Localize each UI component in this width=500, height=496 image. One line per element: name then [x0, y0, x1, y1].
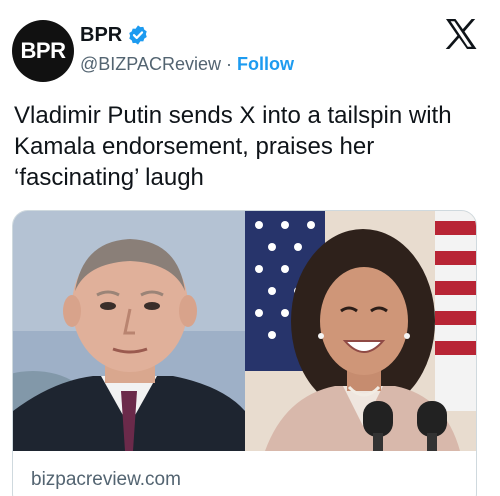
tweet-text: Vladimir Putin sends X into a tailspin w… [14, 102, 452, 191]
follow-button[interactable]: Follow [237, 54, 294, 75]
display-name[interactable]: BPR [80, 24, 122, 47]
tweet-card[interactable]: BPR BPR @BIZPACReview · Follow Vladimir … [0, 0, 500, 496]
x-logo-icon[interactable] [444, 18, 478, 50]
card-photo-right [245, 211, 476, 451]
photo-left-illustration [13, 211, 245, 451]
card-media[interactable] [13, 211, 476, 451]
name-row: BPR [80, 22, 149, 48]
avatar-logo-text: BPR [20, 38, 66, 63]
photo-right-illustration [245, 211, 476, 451]
separator-dot: · [225, 53, 232, 74]
avatar[interactable]: BPR [12, 20, 74, 82]
handle-row: @BIZPACReview · Follow [80, 52, 294, 76]
link-preview-card[interactable]: bizpacreview.com [12, 210, 477, 496]
verified-badge-icon [129, 25, 147, 45]
handle[interactable]: @BIZPACReview [80, 54, 221, 75]
card-photo-left [13, 211, 245, 451]
tweet-header: BPR BPR @BIZPACReview · Follow [0, 0, 500, 96]
card-domain[interactable]: bizpacreview.com [31, 469, 181, 491]
